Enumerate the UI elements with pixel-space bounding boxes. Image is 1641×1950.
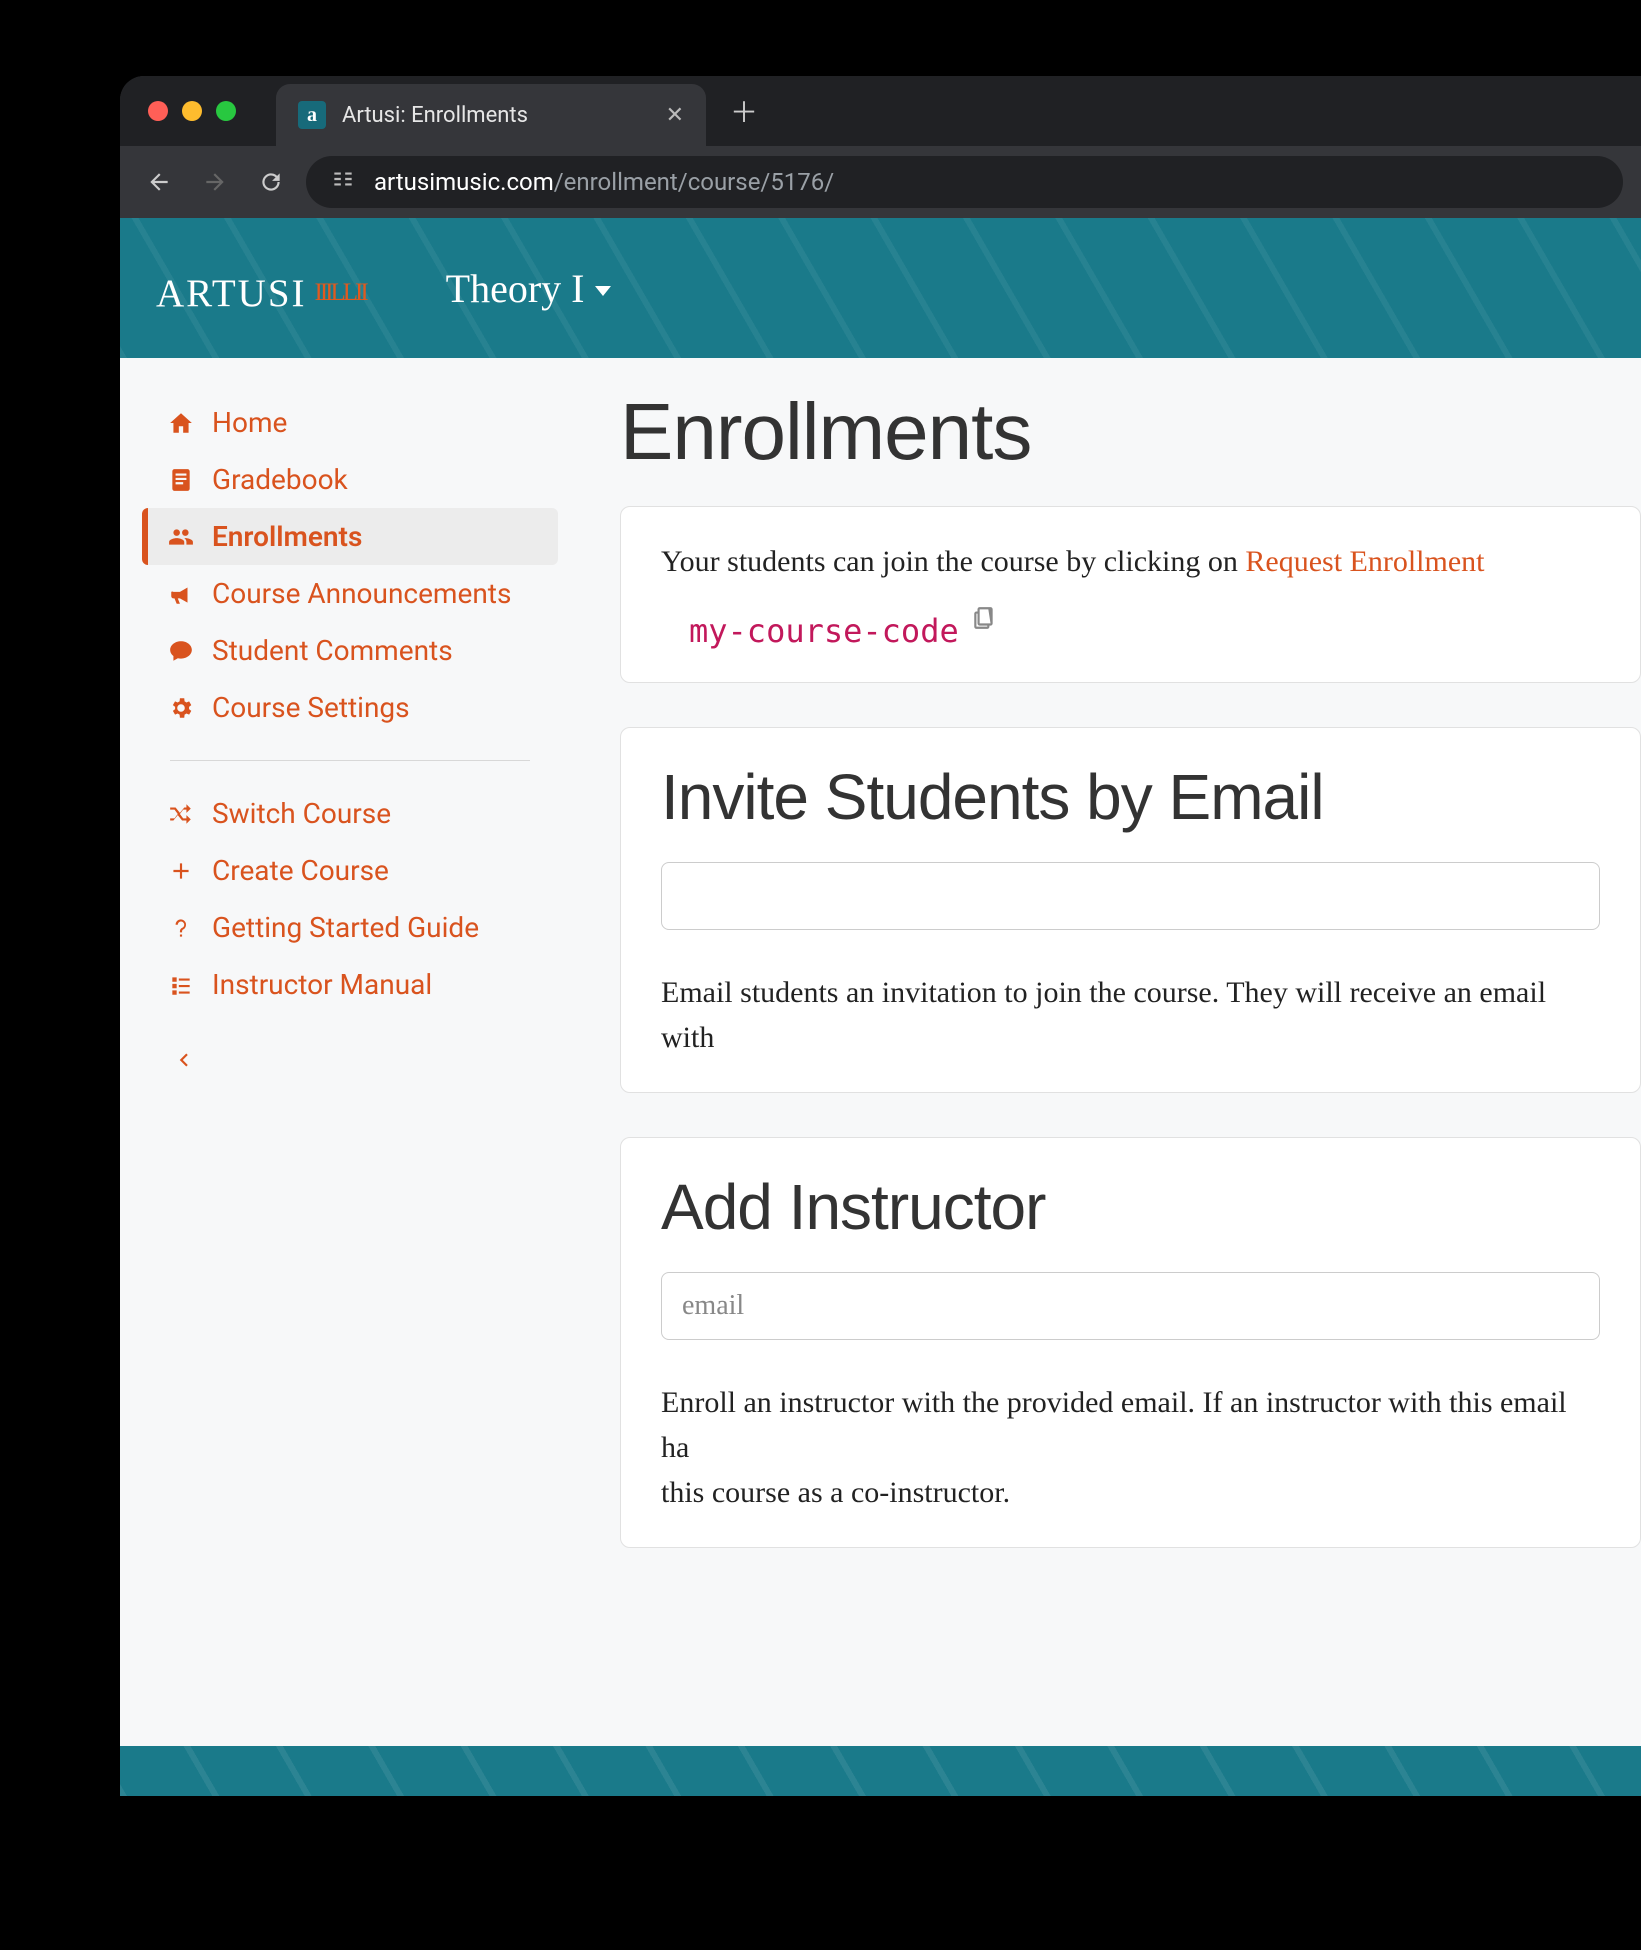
invite-description: Email students an invitation to join the… (661, 970, 1600, 1060)
window-controls (148, 101, 236, 121)
sidebar-item-label: Instructor Manual (212, 968, 432, 1001)
sidebar-item-label: Create Course (212, 854, 389, 887)
sidebar-item-label: Student Comments (212, 634, 453, 667)
brand-logo[interactable]: artusi ıııllıı (156, 256, 366, 320)
url-text: artusimusic.com/enrollment/course/5176/ (374, 168, 834, 196)
browser-window: a Artusi: Enrollments ✕ ＋ artus (120, 76, 1641, 1796)
sidebar-item-enrollments[interactable]: Enrollments (142, 508, 558, 565)
browser-tab[interactable]: a Artusi: Enrollments ✕ (276, 84, 706, 146)
sidebar-item-instructor-manual[interactable]: Instructor Manual (142, 956, 558, 1013)
window-close-button[interactable] (148, 101, 168, 121)
nav-back-button[interactable] (138, 161, 180, 203)
clipboard-icon (971, 605, 997, 631)
book-icon (166, 467, 196, 493)
home-icon (166, 410, 196, 436)
site-controls-icon[interactable] (330, 166, 356, 198)
invite-title: Invite Students by Email (661, 760, 1600, 834)
instructor-email-input[interactable] (661, 1272, 1600, 1340)
add-instructor-title: Add Instructor (661, 1170, 1600, 1244)
sidebar-item-announcements[interactable]: Course Announcements (142, 565, 558, 622)
sidebar-item-label: Gradebook (212, 463, 348, 496)
sidebar: Home Gradebook Enrollments (120, 358, 580, 1746)
sidebar-item-settings[interactable]: Course Settings (142, 679, 558, 736)
page-title: Enrollments (620, 386, 1641, 478)
sidebar-separator (170, 760, 530, 761)
sidebar-item-switch-course[interactable]: Switch Course (142, 785, 558, 842)
nav-forward-button (194, 161, 236, 203)
copy-button[interactable] (971, 605, 997, 637)
window-minimize-button[interactable] (182, 101, 202, 121)
main-content: Enrollments Your students can join the c… (580, 358, 1641, 1746)
app-footer (120, 1746, 1641, 1796)
app-header: artusi ıııllıı Theory I (120, 218, 1641, 358)
tab-favicon-icon: a (298, 101, 326, 129)
course-dropdown[interactable]: Theory I (446, 265, 611, 312)
users-icon (166, 524, 196, 550)
sidebar-item-label: Course Announcements (212, 577, 511, 610)
question-icon (166, 915, 196, 941)
tab-title: Artusi: Enrollments (342, 103, 650, 128)
nav-reload-button[interactable] (250, 161, 292, 203)
enrollment-instructions: Your students can join the course by cli… (661, 539, 1600, 584)
reload-icon (258, 169, 284, 195)
page-body: Home Gradebook Enrollments (120, 358, 1641, 1746)
sidebar-item-comments[interactable]: Student Comments (142, 622, 558, 679)
arrow-right-icon (202, 169, 228, 195)
arrow-left-icon (146, 169, 172, 195)
url-field[interactable]: artusimusic.com/enrollment/course/5176/ (306, 156, 1623, 208)
sidebar-item-label: Course Settings (212, 691, 410, 724)
address-bar: artusimusic.com/enrollment/course/5176/ (120, 146, 1641, 218)
enrollment-code-card: Your students can join the course by cli… (620, 506, 1641, 683)
shuffle-icon (166, 801, 196, 827)
sidebar-item-getting-started[interactable]: Getting Started Guide (142, 899, 558, 956)
bullhorn-icon (166, 581, 196, 607)
plus-icon (166, 858, 196, 884)
tab-close-button[interactable]: ✕ (666, 103, 684, 128)
invite-email-input[interactable] (661, 862, 1600, 930)
sidebar-item-gradebook[interactable]: Gradebook (142, 451, 558, 508)
request-enrollment-link[interactable]: Request Enrollment (1245, 545, 1484, 578)
sidebar-item-label: Enrollments (212, 520, 362, 553)
add-instructor-card: Add Instructor Enroll an instructor with… (620, 1137, 1641, 1548)
sidebar-item-create-course[interactable]: Create Course (142, 842, 558, 899)
new-tab-button[interactable]: ＋ (730, 91, 758, 131)
chevron-down-icon (595, 286, 611, 296)
list-icon (166, 972, 196, 998)
sidebar-item-label: Home (212, 406, 287, 439)
sidebar-item-home[interactable]: Home (142, 394, 558, 451)
tab-strip: a Artusi: Enrollments ✕ ＋ (120, 76, 1641, 146)
brand-wave-icon: ıııllıı (315, 267, 366, 309)
sidebar-item-label: Getting Started Guide (212, 911, 479, 944)
course-name: Theory I (446, 265, 585, 312)
course-code: my-course-code (689, 612, 959, 650)
invite-students-card: Invite Students by Email Email students … (620, 727, 1641, 1093)
comment-icon (166, 638, 196, 664)
sidebar-collapse-button[interactable] (142, 1037, 558, 1083)
gear-icon (166, 695, 196, 721)
chevron-left-icon (168, 1047, 198, 1073)
window-fullscreen-button[interactable] (216, 101, 236, 121)
instructor-description: Enroll an instructor with the provided e… (661, 1380, 1600, 1515)
brand-name: artusi (156, 256, 307, 320)
sidebar-item-label: Switch Course (212, 797, 391, 830)
